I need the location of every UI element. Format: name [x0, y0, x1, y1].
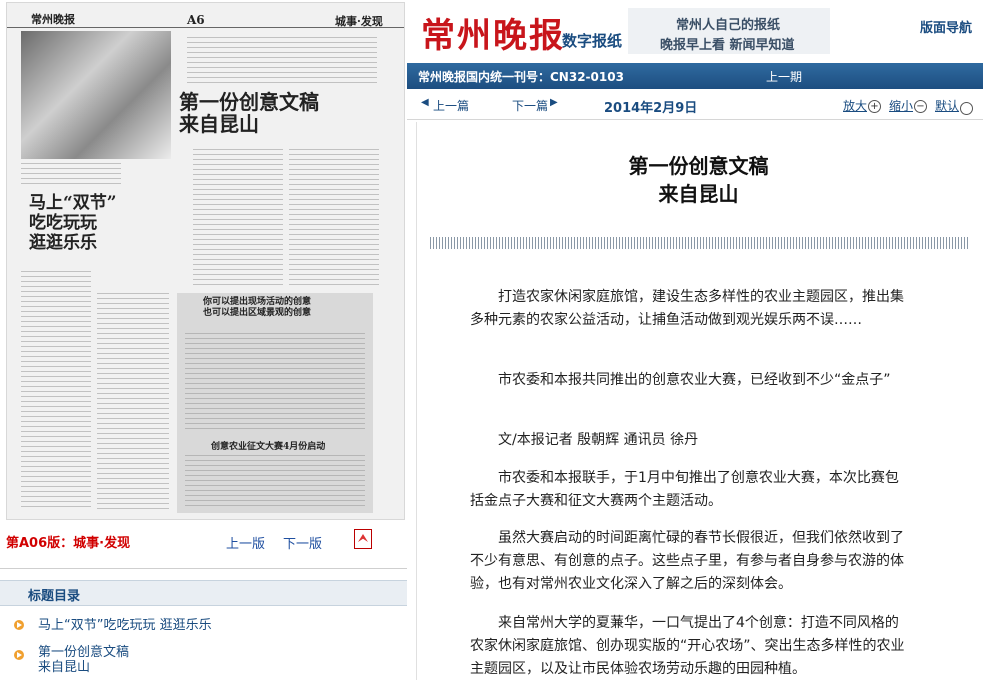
title-divider: [430, 237, 970, 249]
issue-date: 2014年2月9日: [604, 101, 698, 116]
arrow-bullet-icon: [14, 620, 24, 630]
toc-item-2[interactable]: 第一份创意文稿 来自昆山: [38, 645, 129, 675]
toc-item-1[interactable]: 马上“双节”吃吃玩玩 逛逛乐乐: [38, 618, 212, 633]
newspaper-logo[interactable]: 常州晚报: [421, 8, 565, 57]
newspaper-page-image[interactable]: 常州晚报 A6 城事·发现 第一份创意文稿 来自昆山 马上“双节” 吃吃玩玩 逛…: [6, 2, 405, 520]
scan-subhead-left: [21, 163, 121, 185]
toc-title: 标题目录: [28, 589, 81, 604]
scan-headline-right: 第一份创意文稿 来自昆山: [179, 90, 319, 136]
scan-rule: [7, 27, 404, 28]
issn-text: 常州晚报国内统一刊号：CN32-0103: [418, 70, 624, 84]
plus-icon[interactable]: +: [868, 100, 881, 113]
scan-photo: [21, 31, 171, 159]
scan-headline-left: 马上“双节” 吃吃玩玩 逛逛乐乐: [29, 193, 117, 253]
divider: [0, 568, 407, 569]
scan-box-text: [185, 455, 365, 509]
prev-article-link[interactable]: 上一篇: [433, 97, 469, 114]
article-paragraph: 打造农家休闲家庭旅馆，建设生态多样性的农业主题园区，推出集多种元素的农家公益活动…: [470, 289, 904, 328]
slogan-line-1: 常州人自己的报纸: [676, 18, 781, 33]
right-triangle-icon: ▶: [550, 97, 558, 108]
minus-icon[interactable]: −: [914, 100, 927, 113]
logo-subtitle: 数字报纸: [562, 32, 623, 50]
scan-box-title: 你可以提出现场活动的创意 也可以提出区域景观的创意: [203, 297, 312, 318]
prev-issue-link[interactable]: 上一期: [766, 68, 802, 85]
scan-box-subtitle: 创意农业征文大赛4月份启动: [211, 442, 326, 452]
scan-column: [21, 271, 91, 511]
scan-lead-text: [187, 37, 377, 87]
scan-box-text: [185, 333, 365, 433]
article-title: 第一份创意文稿 来自昆山: [416, 152, 981, 208]
article-paragraph: 虽然大赛启动的时间距离忙碌的春节长假很近，但我们依然收到了不少有意思、有创意的点…: [470, 530, 904, 592]
page-label: 第A06版：城事·发现: [6, 536, 131, 551]
article-title-line1: 第一份创意文稿: [628, 154, 769, 178]
zoom-out-link[interactable]: 缩小: [889, 97, 913, 114]
scan-column: [97, 293, 169, 511]
article-paragraph: 来自常州大学的夏蒹华，一口气提出了4个创意：打造不同风格的农家休闲家庭旅馆、创办…: [470, 615, 905, 677]
article-paragraph: 市农委和本报联手，于1月中旬推出了创意农业大赛，本次比赛包括金点子大赛和征文大赛…: [470, 470, 899, 509]
zoom-default-link[interactable]: 默认: [935, 97, 959, 114]
toc-item-2-line2: 来自昆山: [38, 660, 91, 675]
slogan-line-2: 晚报早上看 新闻早知道: [660, 38, 795, 53]
zoom-in-link[interactable]: 放大: [843, 97, 867, 114]
circle-icon[interactable]: [960, 102, 973, 115]
prev-page-link[interactable]: 上一版: [226, 533, 265, 552]
article-paragraph: 市农委和本报共同推出的创意农业大赛，已经收到不少“金点子”: [498, 372, 891, 388]
scan-page-number: A6: [187, 13, 205, 27]
toc-item-2-line1: 第一份创意文稿: [38, 645, 130, 660]
left-triangle-icon: ◀: [421, 97, 429, 108]
scan-column: [193, 149, 283, 289]
article-byline: 文/本报记者 殷朝辉 通讯员 徐丹: [498, 432, 699, 448]
page-navigation-link[interactable]: 版面导航: [920, 17, 972, 36]
next-page-link[interactable]: 下一版: [283, 533, 322, 552]
pdf-icon[interactable]: [354, 529, 372, 549]
scan-column: [289, 149, 379, 289]
article-title-line2: 来自昆山: [658, 182, 739, 206]
scan-masthead: 常州晚报: [31, 13, 75, 26]
arrow-bullet-icon: [14, 650, 24, 660]
next-article-link[interactable]: 下一篇: [512, 97, 548, 114]
